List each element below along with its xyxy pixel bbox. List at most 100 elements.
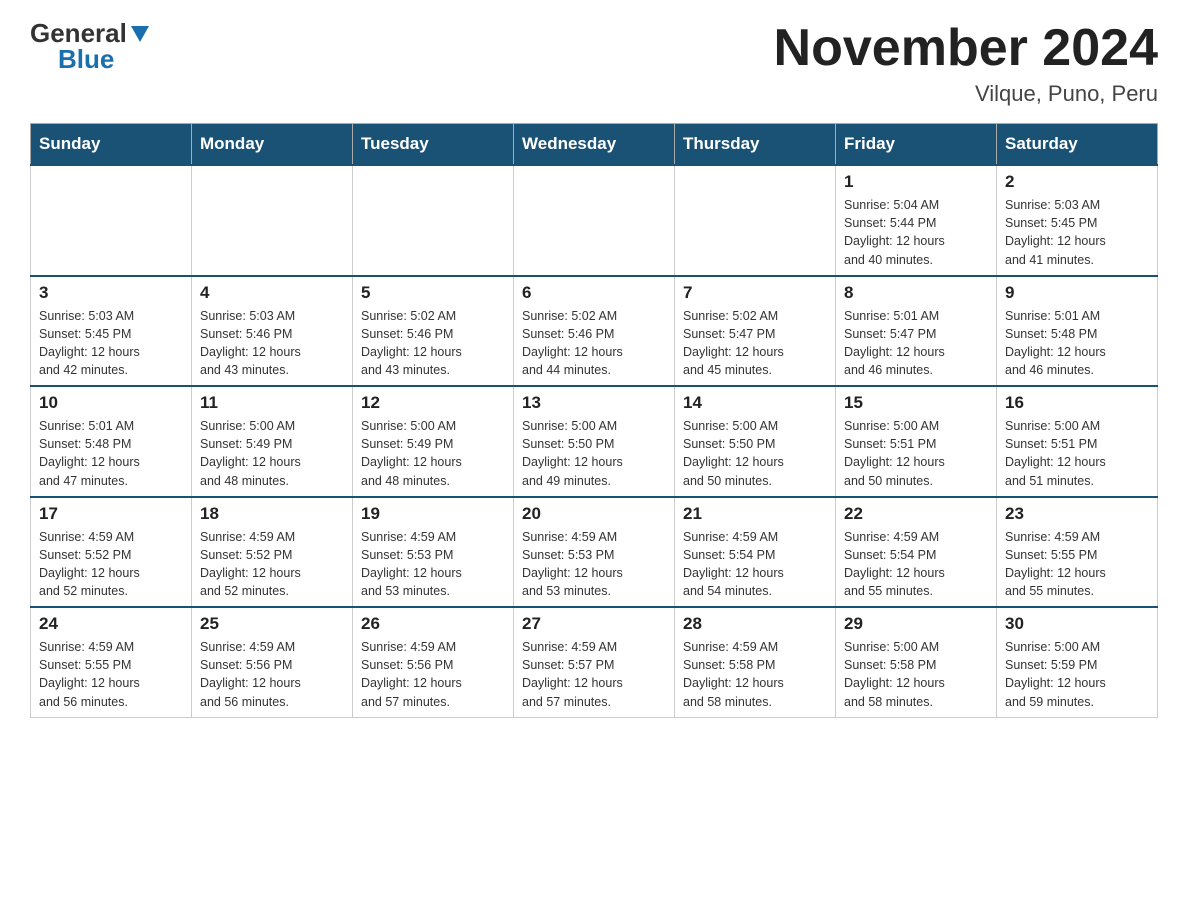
day-number: 9 (1005, 283, 1149, 303)
day-number: 10 (39, 393, 183, 413)
day-number: 2 (1005, 172, 1149, 192)
day-info: Sunrise: 4:59 AM Sunset: 5:57 PM Dayligh… (522, 638, 666, 711)
day-info: Sunrise: 5:02 AM Sunset: 5:47 PM Dayligh… (683, 307, 827, 380)
day-number: 15 (844, 393, 988, 413)
calendar-cell: 4Sunrise: 5:03 AM Sunset: 5:46 PM Daylig… (192, 276, 353, 387)
calendar-cell (192, 165, 353, 276)
calendar-cell (514, 165, 675, 276)
calendar-cell (31, 165, 192, 276)
week-row-5: 24 Sunrise: 4:59 AM Sunset: 5:55 PM Dayli… (31, 607, 1158, 717)
calendar-cell: 11 Sunrise: 5:00 AM Sunset: 5:49 PM Dayli… (192, 386, 353, 497)
day-number: 23 (1005, 504, 1149, 524)
header-day-wednesday: Wednesday (514, 124, 675, 166)
day-info: Sunrise: 5:02 AM Sunset: 5:46 PM Dayligh… (361, 307, 505, 380)
header-day-friday: Friday (836, 124, 997, 166)
calendar-cell: 27 Sunrise: 4:59 AM Sunset: 5:57 PM Dayli… (514, 607, 675, 717)
calendar-cell: 5 Sunrise: 5:02 AM Sunset: 5:46 PM Daylig… (353, 276, 514, 387)
day-info: Sunrise: 4:59 AM Sunset: 5:54 PM Dayligh… (683, 528, 827, 601)
week-row-3: 10 Sunrise: 5:01 AM Sunset: 5:48 PM Dayli… (31, 386, 1158, 497)
day-number: 11 (200, 393, 344, 413)
calendar-cell (353, 165, 514, 276)
calendar-cell (675, 165, 836, 276)
calendar-cell: 29Sunrise: 5:00 AM Sunset: 5:58 PM Dayli… (836, 607, 997, 717)
day-info: Sunrise: 5:03 AM Sunset: 5:45 PM Dayligh… (1005, 196, 1149, 269)
logo-triangle-icon (129, 22, 151, 44)
week-row-2: 3 Sunrise: 5:03 AM Sunset: 5:45 PM Daylig… (31, 276, 1158, 387)
day-number: 29 (844, 614, 988, 634)
calendar-cell: 13Sunrise: 5:00 AM Sunset: 5:50 PM Dayli… (514, 386, 675, 497)
day-number: 20 (522, 504, 666, 524)
day-info: Sunrise: 5:01 AM Sunset: 5:48 PM Dayligh… (1005, 307, 1149, 380)
calendar-cell: 9 Sunrise: 5:01 AM Sunset: 5:48 PM Daylig… (997, 276, 1158, 387)
calendar-cell: 17 Sunrise: 4:59 AM Sunset: 5:52 PM Dayli… (31, 497, 192, 608)
day-number: 22 (844, 504, 988, 524)
day-info: Sunrise: 5:02 AM Sunset: 5:46 PM Dayligh… (522, 307, 666, 380)
header-day-saturday: Saturday (997, 124, 1158, 166)
calendar-cell: 28 Sunrise: 4:59 AM Sunset: 5:58 PM Dayli… (675, 607, 836, 717)
day-number: 27 (522, 614, 666, 634)
day-number: 28 (683, 614, 827, 634)
day-info: Sunrise: 4:59 AM Sunset: 5:53 PM Dayligh… (522, 528, 666, 601)
day-number: 8 (844, 283, 988, 303)
calendar-cell: 25 Sunrise: 4:59 AM Sunset: 5:56 PM Dayli… (192, 607, 353, 717)
calendar-cell: 3 Sunrise: 5:03 AM Sunset: 5:45 PM Daylig… (31, 276, 192, 387)
day-number: 5 (361, 283, 505, 303)
day-number: 26 (361, 614, 505, 634)
calendar-cell: 2 Sunrise: 5:03 AM Sunset: 5:45 PM Daylig… (997, 165, 1158, 276)
calendar-cell: 1 Sunrise: 5:04 AM Sunset: 5:44 PM Daylig… (836, 165, 997, 276)
month-title: November 2024 (774, 20, 1158, 77)
day-info: Sunrise: 5:00 AM Sunset: 5:51 PM Dayligh… (1005, 417, 1149, 490)
calendar-cell: 30Sunrise: 5:00 AM Sunset: 5:59 PM Dayli… (997, 607, 1158, 717)
day-info: Sunrise: 5:00 AM Sunset: 5:49 PM Dayligh… (200, 417, 344, 490)
calendar-cell: 8 Sunrise: 5:01 AM Sunset: 5:47 PM Daylig… (836, 276, 997, 387)
calendar-cell: 18 Sunrise: 4:59 AM Sunset: 5:52 PM Dayli… (192, 497, 353, 608)
day-number: 6 (522, 283, 666, 303)
title-block: November 2024 Vilque, Puno, Peru (774, 20, 1158, 107)
calendar-table: SundayMondayTuesdayWednesdayThursdayFrid… (30, 123, 1158, 718)
day-info: Sunrise: 4:59 AM Sunset: 5:56 PM Dayligh… (200, 638, 344, 711)
day-info: Sunrise: 5:00 AM Sunset: 5:49 PM Dayligh… (361, 417, 505, 490)
day-info: Sunrise: 4:59 AM Sunset: 5:53 PM Dayligh… (361, 528, 505, 601)
day-info: Sunrise: 5:03 AM Sunset: 5:45 PM Dayligh… (39, 307, 183, 380)
day-number: 1 (844, 172, 988, 192)
day-info: Sunrise: 4:59 AM Sunset: 5:52 PM Dayligh… (39, 528, 183, 601)
day-info: Sunrise: 4:59 AM Sunset: 5:55 PM Dayligh… (1005, 528, 1149, 601)
page-header: General Blue November 2024 Vilque, Puno,… (30, 20, 1158, 107)
day-number: 24 (39, 614, 183, 634)
header-row: SundayMondayTuesdayWednesdayThursdayFrid… (31, 124, 1158, 166)
day-info: Sunrise: 5:00 AM Sunset: 5:50 PM Dayligh… (683, 417, 827, 490)
calendar-cell: 26 Sunrise: 4:59 AM Sunset: 5:56 PM Dayli… (353, 607, 514, 717)
calendar-cell: 12 Sunrise: 5:00 AM Sunset: 5:49 PM Dayli… (353, 386, 514, 497)
header-day-sunday: Sunday (31, 124, 192, 166)
day-number: 17 (39, 504, 183, 524)
calendar-cell: 23 Sunrise: 4:59 AM Sunset: 5:55 PM Dayli… (997, 497, 1158, 608)
header-day-tuesday: Tuesday (353, 124, 514, 166)
calendar-cell: 24 Sunrise: 4:59 AM Sunset: 5:55 PM Dayli… (31, 607, 192, 717)
day-info: Sunrise: 4:59 AM Sunset: 5:58 PM Dayligh… (683, 638, 827, 711)
calendar-cell: 19 Sunrise: 4:59 AM Sunset: 5:53 PM Dayli… (353, 497, 514, 608)
day-info: Sunrise: 5:00 AM Sunset: 5:50 PM Dayligh… (522, 417, 666, 490)
logo: General Blue (30, 20, 151, 72)
week-row-1: 1 Sunrise: 5:04 AM Sunset: 5:44 PM Daylig… (31, 165, 1158, 276)
week-row-4: 17 Sunrise: 4:59 AM Sunset: 5:52 PM Dayli… (31, 497, 1158, 608)
day-info: Sunrise: 5:01 AM Sunset: 5:48 PM Dayligh… (39, 417, 183, 490)
day-number: 25 (200, 614, 344, 634)
day-info: Sunrise: 5:03 AM Sunset: 5:46 PM Dayligh… (200, 307, 344, 380)
calendar-cell: 15Sunrise: 5:00 AM Sunset: 5:51 PM Dayli… (836, 386, 997, 497)
day-info: Sunrise: 4:59 AM Sunset: 5:55 PM Dayligh… (39, 638, 183, 711)
day-number: 18 (200, 504, 344, 524)
day-info: Sunrise: 4:59 AM Sunset: 5:52 PM Dayligh… (200, 528, 344, 601)
calendar-cell: 10 Sunrise: 5:01 AM Sunset: 5:48 PM Dayli… (31, 386, 192, 497)
day-info: Sunrise: 4:59 AM Sunset: 5:56 PM Dayligh… (361, 638, 505, 711)
logo-blue-text: Blue (58, 46, 114, 72)
calendar-cell: 16Sunrise: 5:00 AM Sunset: 5:51 PM Dayli… (997, 386, 1158, 497)
day-number: 19 (361, 504, 505, 524)
day-number: 7 (683, 283, 827, 303)
day-number: 3 (39, 283, 183, 303)
day-number: 14 (683, 393, 827, 413)
day-number: 12 (361, 393, 505, 413)
calendar-cell: 21Sunrise: 4:59 AM Sunset: 5:54 PM Dayli… (675, 497, 836, 608)
day-info: Sunrise: 5:04 AM Sunset: 5:44 PM Dayligh… (844, 196, 988, 269)
calendar-cell: 7 Sunrise: 5:02 AM Sunset: 5:47 PM Daylig… (675, 276, 836, 387)
day-info: Sunrise: 5:01 AM Sunset: 5:47 PM Dayligh… (844, 307, 988, 380)
